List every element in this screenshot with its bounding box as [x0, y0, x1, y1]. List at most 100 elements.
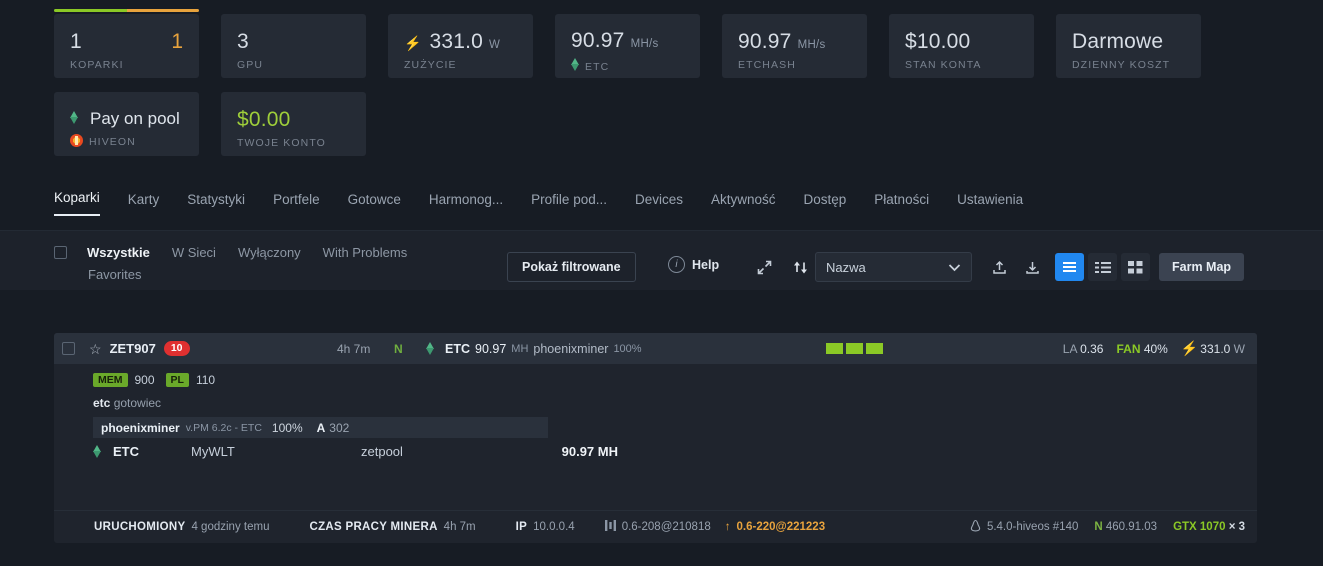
rig-card: ☆ ZET907 10 4h 7m N ETC 90.97 MH phoenix…: [54, 333, 1257, 543]
miner-uptime-info: CZAS PRACY MINERA 4h 7m: [309, 521, 475, 533]
version-current: 0.6-208@210818: [621, 521, 711, 533]
oc-profile-name: etc: [93, 396, 111, 410]
filter-wszystkie[interactable]: Wszystkie: [87, 242, 150, 264]
started-info: URUCHOMIONY 4 godziny temu: [94, 521, 269, 533]
summary-card2-1[interactable]: Pay on pool HIVEON: [54, 92, 199, 156]
accepted-shares-value: 302: [329, 420, 350, 435]
tab-koparki[interactable]: Koparki: [54, 190, 100, 216]
bolt-icon: ⚡: [1180, 340, 1199, 356]
tab-ustawienia[interactable]: Ustawienia: [957, 192, 1023, 216]
help-button[interactable]: i Help: [668, 256, 719, 273]
upload-icon[interactable]: [985, 253, 1013, 281]
started-label: URUCHOMIONY: [94, 521, 186, 533]
coin-name: ETC: [113, 444, 139, 459]
rig-miner-pct: 100%: [613, 342, 642, 355]
rig-select-checkbox[interactable]: [62, 342, 75, 355]
ip-value: 10.0.0.4: [533, 521, 575, 533]
rig-coin: ETC: [445, 341, 470, 356]
filter-with-problems[interactable]: With Problems: [323, 242, 408, 264]
view-list-icon[interactable]: [1055, 253, 1084, 281]
mem-tag: MEM: [93, 373, 128, 387]
card-value-row: Darmowe: [1072, 30, 1185, 54]
fan-label: FAN: [1116, 341, 1141, 356]
card-value: 1: [70, 30, 82, 53]
pl-value: 110: [195, 373, 216, 387]
gpu-count: × 3: [1228, 521, 1245, 533]
pool-name[interactable]: zetpool: [361, 444, 403, 459]
tab-portfele[interactable]: Portfele: [273, 192, 320, 216]
rig-coin-summary: ETC 90.97 MH phoenixminer 100%: [426, 342, 642, 356]
summary-card-4[interactable]: 90.97 MH/s ETC: [555, 14, 700, 78]
summary-card-7[interactable]: Darmowe DZIENNY KOSZT: [1056, 14, 1201, 78]
card-value: 331.0: [429, 30, 483, 53]
rig-name[interactable]: ZET907: [110, 341, 156, 356]
tab-statystyki[interactable]: Statystyki: [187, 192, 245, 216]
view-grid-icon[interactable]: [1121, 253, 1150, 281]
summary-card2-2[interactable]: $0.00 TWOJE KONTO: [221, 92, 366, 156]
wallet-name[interactable]: MyWLT: [191, 444, 361, 459]
tab-gotowce[interactable]: Gotowce: [348, 192, 401, 216]
gpu-model-info: GTX 1070 × 3: [1173, 521, 1245, 533]
card-value: Darmowe: [1072, 30, 1164, 53]
farm-map-button[interactable]: Farm Map: [1159, 253, 1245, 281]
eth-diamond-icon: [93, 445, 102, 458]
tab-aktywno[interactable]: Aktywność: [711, 192, 776, 216]
rig-miner: phoenixminer: [533, 341, 609, 356]
miner-uptime-value: 4h 7m: [443, 521, 476, 533]
version-update[interactable]: ↑ 0.6-220@221223: [725, 521, 825, 533]
rig-footer-right: 5.4.0-hiveos #140 N 460.91.03 GTX 1070 ×…: [970, 519, 1245, 535]
summary-card-1[interactable]: 1 1 KOPARKI: [54, 9, 199, 78]
info-icon: i: [668, 256, 685, 273]
tab-karty[interactable]: Karty: [128, 192, 160, 216]
filter-wy--czony[interactable]: Wyłączony: [238, 242, 301, 264]
summary-card-5[interactable]: 90.97 MH/s ETCHASH: [722, 14, 867, 78]
tab-dostp[interactable]: Dostęp: [804, 192, 847, 216]
card-value: $10.00: [905, 30, 971, 53]
filter-w-sieci[interactable]: W Sieci: [172, 242, 216, 264]
kernel-version: 5.4.0-hiveos #140: [986, 521, 1079, 533]
coin-hashrate: 90.97 MH: [561, 444, 618, 459]
rig-footer: URUCHOMIONY 4 godziny temu CZAS PRACY MI…: [54, 510, 1257, 543]
tab-profilepod[interactable]: Profile pod...: [531, 192, 607, 216]
select-all-checkbox[interactable]: [54, 246, 67, 259]
filter-favorites[interactable]: Favorites: [88, 264, 141, 286]
main-nav-tabs: Koparki Karty Statystyki Portfele Gotowce Har…: [54, 180, 1323, 216]
miner-bar[interactable]: phoenixminer v.PM 6.2c - ETC 100% A 302: [93, 417, 548, 438]
miner-bar-version: v.PM 6.2c - ETC: [185, 421, 262, 434]
la-label: LA: [1062, 341, 1077, 356]
pl-tag: PL: [165, 373, 189, 387]
view-table-icon[interactable]: [1088, 253, 1117, 281]
card-value-row: 3: [237, 30, 350, 54]
rig-header[interactable]: ☆ ZET907 10 4h 7m N ETC 90.97 MH phoenix…: [54, 333, 1257, 364]
card-value-row: $0.00: [237, 108, 350, 132]
tab-patnoci[interactable]: Płatności: [874, 192, 929, 216]
summary-card-6[interactable]: $10.00 STAN KONTA: [889, 14, 1034, 78]
card-label: GPU: [237, 59, 264, 71]
show-filtered-button[interactable]: Pokaż filtrowane: [507, 252, 636, 282]
version-info: 0.6-208@210818: [604, 519, 711, 535]
bolt-icon: ⚡: [404, 35, 422, 51]
summary-card-2[interactable]: 3 GPU: [221, 14, 366, 78]
overclock-profile[interactable]: etc gotowiec: [93, 396, 1257, 410]
card-value: $0.00: [237, 108, 291, 131]
tab-devices[interactable]: Devices: [635, 192, 683, 216]
download-icon[interactable]: [1018, 253, 1046, 281]
summary-card-3[interactable]: ⚡ 331.0 W ZUŻYCIE: [388, 14, 533, 78]
card-value-row: ⚡ 331.0 W: [404, 30, 517, 54]
rig-alert-badge[interactable]: 10: [163, 340, 190, 357]
nvidia-version: 460.91.03: [1105, 521, 1158, 533]
sort-direction-icon[interactable]: [786, 253, 814, 281]
expand-icon[interactable]: [750, 253, 778, 281]
card-value-row: $10.00: [905, 30, 1018, 54]
rig-hashrate: 90.97: [475, 341, 507, 356]
power-unit: W: [1233, 342, 1245, 356]
miner-bar-pct: 100%: [271, 420, 303, 435]
rig-right-stats: LA 0.36 FAN 40% ⚡ 331.0 W: [1063, 340, 1245, 357]
favorite-star-icon[interactable]: ☆: [89, 342, 102, 356]
tab-harmonog[interactable]: Harmonog...: [429, 192, 503, 216]
card-label: KOPARKI: [70, 59, 124, 71]
card-label: TWOJE KONTO: [237, 137, 326, 149]
mem-value: 900: [134, 373, 155, 387]
sort-select[interactable]: Nazwa: [815, 252, 972, 282]
coin-row: ETC MyWLT zetpool 90.97 MH: [93, 444, 618, 459]
